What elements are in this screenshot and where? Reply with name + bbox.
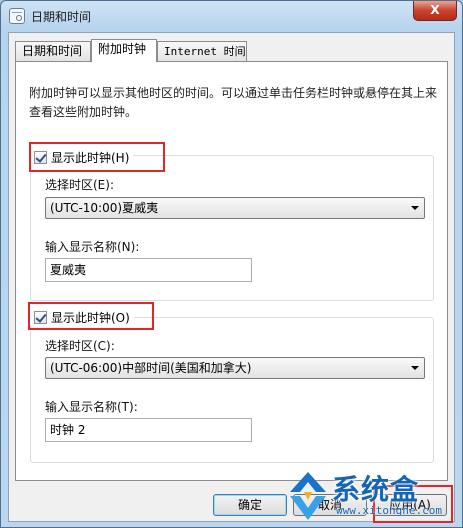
clock2-timezone-label: 选择时区(C): xyxy=(45,339,115,353)
additional-clocks-panel: 附加时钟可以显示其他时区的时间。可以通过单击任务栏时钟或悬停在其上来查看这些附加… xyxy=(15,61,448,481)
clock1-timezone-label: 选择时区(E): xyxy=(45,178,114,192)
cancel-button[interactable]: 取消 xyxy=(293,494,367,516)
close-button[interactable]: X xyxy=(413,1,457,21)
date-time-dialog: 日期和时间 X 日期和时间 附加时钟 Internet 时间 附加时钟可以显示其… xyxy=(0,0,463,528)
highlight-box-clock2 xyxy=(28,302,154,330)
clock1-name-input[interactable]: 夏威夷 xyxy=(45,258,252,282)
highlight-box-apply xyxy=(373,485,453,523)
clock2-timezone-select[interactable]: (UTC-06:00)中部时间(美国和加拿大) xyxy=(45,357,425,379)
clock-calendar-icon xyxy=(9,8,25,24)
clock2-timezone-value: (UTC-06:00)中部时间(美国和加拿大) xyxy=(50,361,252,375)
clock2-name-label: 输入显示名称(T): xyxy=(45,400,138,414)
clock1-timezone-select[interactable]: (UTC-10:00)夏威夷 xyxy=(45,197,425,219)
dropdown-arrow-icon xyxy=(411,366,419,370)
dropdown-arrow-icon xyxy=(411,206,419,210)
description-text: 附加时钟可以显示其他时区的时间。可以通过单击任务栏时钟或悬停在其上来查看这些附加… xyxy=(29,86,438,119)
tab-date-time[interactable]: 日期和时间 xyxy=(15,41,91,61)
tab-additional-clocks[interactable]: 附加时钟 xyxy=(91,39,157,62)
clock2-name-input[interactable]: 时钟 2 xyxy=(45,418,252,442)
clock1-name-label: 输入显示名称(N): xyxy=(45,240,140,254)
window-title: 日期和时间 xyxy=(31,10,92,24)
highlight-box-clock1 xyxy=(29,142,165,172)
clock1-timezone-value: (UTC-10:00)夏威夷 xyxy=(50,201,159,215)
tab-internet-time[interactable]: Internet 时间 xyxy=(157,41,247,61)
dialog-body: 日期和时间 附加时钟 Internet 时间 附加时钟可以显示其他时区的时间。可… xyxy=(8,32,455,523)
ok-button[interactable]: 确定 xyxy=(213,494,287,516)
title-bar[interactable]: 日期和时间 X xyxy=(1,1,462,31)
